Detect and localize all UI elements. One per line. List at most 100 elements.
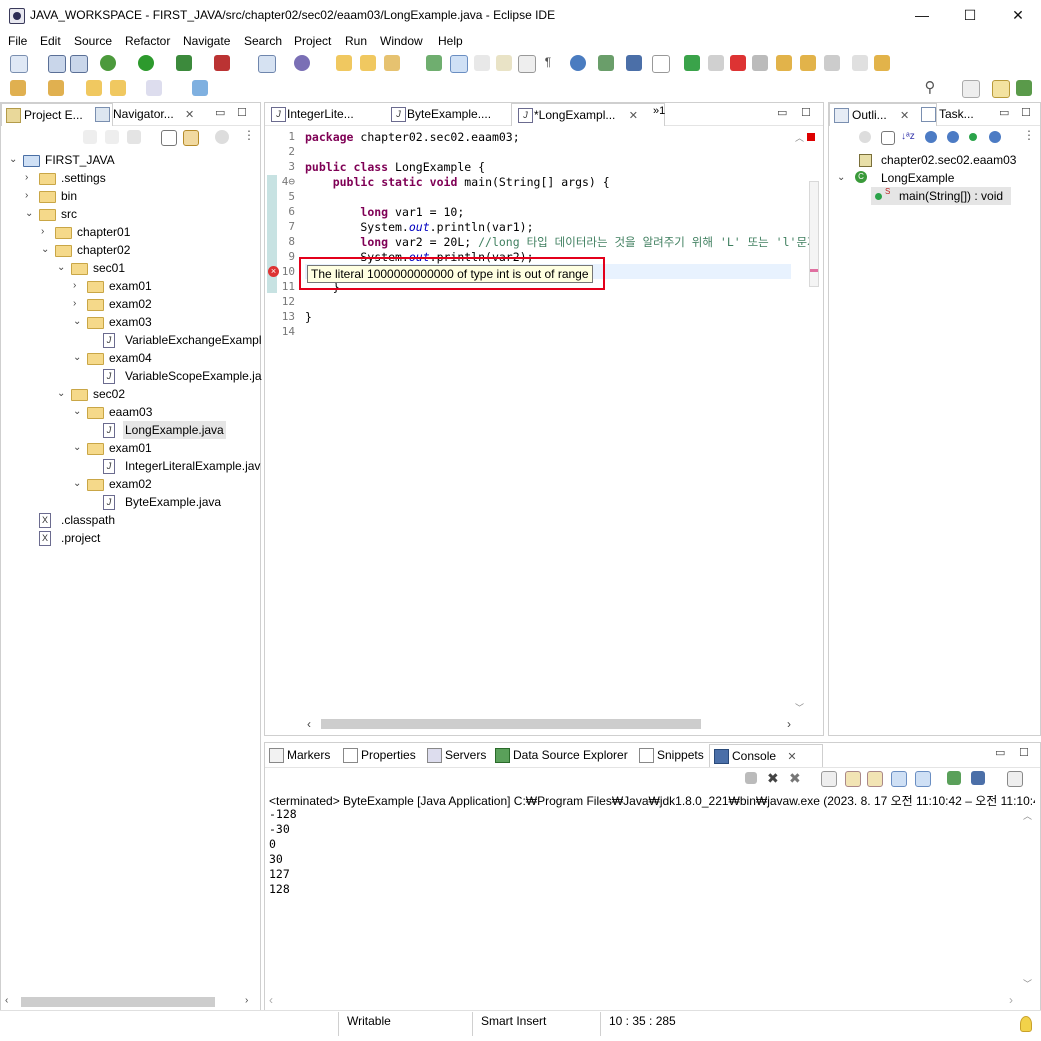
chevron-right-icon[interactable]: › — [25, 187, 35, 205]
code-line[interactable]: System.out.println(var1); — [305, 220, 533, 235]
close-icon[interactable]: ✕ — [900, 110, 909, 122]
code-line[interactable]: package chapter02.sec02.eaam03; — [305, 130, 520, 145]
close-icon[interactable]: ✕ — [787, 751, 796, 763]
tree-item[interactable]: ⌄ src — [1, 205, 258, 223]
editor-horizontal-scrollbar[interactable]: ‹ › — [305, 717, 805, 731]
run-coverage-icon[interactable] — [176, 55, 192, 71]
java-ee-perspective-icon[interactable] — [992, 80, 1010, 98]
tab-byte-example[interactable]: J ByteExample.... — [385, 103, 519, 125]
code-line[interactable]: public class LongExample { — [305, 160, 485, 175]
tree-item[interactable]: › .settings — [1, 169, 258, 187]
scroll-up-icon[interactable]: ︿ — [795, 131, 804, 144]
tree-item[interactable]: ⌄ exam03 — [1, 313, 258, 331]
scroll-up-icon[interactable]: ︿ — [1023, 809, 1032, 822]
menu-search[interactable]: Search — [244, 34, 282, 48]
view-menu-icon[interactable]: ⋮ — [243, 128, 255, 142]
remove-launch-icon[interactable]: ✖ — [767, 771, 781, 785]
chevron-right-icon[interactable]: › — [73, 277, 83, 295]
maximize-view-icon[interactable]: ☐ — [1019, 746, 1029, 759]
display-console-icon[interactable] — [971, 771, 985, 785]
show-on-stderr-icon[interactable] — [915, 771, 931, 787]
error-icon[interactable]: × — [268, 266, 279, 277]
tab-navigator[interactable]: Navigator... ✕ — [91, 103, 225, 125]
status-insert-mode[interactable]: Smart Insert — [481, 1014, 546, 1028]
chevron-down-icon[interactable]: ⌄ — [73, 349, 83, 367]
block-select-icon[interactable] — [474, 55, 490, 71]
chevron-right-icon[interactable]: › — [41, 223, 51, 241]
tree-item[interactable]: ⌄ sec01 — [1, 259, 258, 277]
tree-item[interactable]: ⌄ exam01 — [1, 439, 258, 457]
code-line[interactable]: public static void main(String[] args) { — [305, 175, 610, 190]
scroll-left-icon[interactable]: ‹ — [269, 993, 273, 1007]
debug-icon[interactable] — [100, 55, 116, 71]
scroll-thumb[interactable] — [321, 719, 701, 729]
open-task-icon[interactable] — [360, 55, 376, 71]
last-edit-icon[interactable] — [86, 80, 102, 96]
tab-data-source-explorer[interactable]: Data Source Explorer — [491, 744, 651, 766]
scroll-left-icon[interactable]: ‹ — [307, 717, 311, 731]
horizontal-scrollbar[interactable]: ‹ › — [1, 995, 258, 1009]
minimize-button[interactable]: — — [899, 0, 945, 31]
chevron-right-icon[interactable]: › — [73, 295, 83, 313]
suspend-icon[interactable] — [708, 55, 724, 71]
tree-item[interactable]: ⌄ chapter02 — [1, 241, 258, 259]
minimize-view-icon[interactable]: ▭ — [999, 106, 1009, 119]
step-over-icon[interactable] — [800, 55, 816, 71]
scroll-down-icon[interactable]: ﹀ — [795, 701, 804, 714]
menu-source[interactable]: Source — [74, 34, 112, 48]
clear-console-icon[interactable] — [821, 771, 837, 787]
menu-refactor[interactable]: Refactor — [125, 34, 170, 48]
error-overview-icon[interactable] — [807, 133, 815, 141]
search-tool-icon[interactable] — [384, 55, 400, 71]
up-icon[interactable] — [127, 130, 141, 144]
resume-icon[interactable] — [684, 55, 700, 71]
code-line[interactable]: } — [305, 310, 312, 325]
hide-fields-icon[interactable] — [925, 131, 937, 143]
pin-editor-icon[interactable] — [192, 80, 208, 96]
open-perspective-button-icon[interactable] — [962, 80, 980, 98]
filters-icon[interactable] — [215, 130, 229, 144]
chevron-down-icon[interactable]: ⌄ — [9, 151, 19, 169]
menu-project[interactable]: Project — [294, 34, 331, 48]
tree-item[interactable]: J LongExample.java — [1, 421, 258, 439]
show-on-stdout-icon[interactable] — [891, 771, 907, 787]
code-line[interactable]: long var1 = 10; — [305, 205, 464, 220]
chevron-down-icon[interactable]: ⌄ — [73, 439, 83, 457]
chevron-down-icon[interactable]: ⌄ — [41, 241, 51, 259]
tree-item[interactable]: ⌄ exam02 — [1, 475, 258, 493]
tree-item[interactable]: X .project — [1, 529, 258, 547]
open-perspective-icon[interactable] — [598, 55, 614, 71]
new-class-icon[interactable] — [294, 55, 310, 71]
pin-icon[interactable] — [652, 55, 670, 73]
tab-integer-literal[interactable]: J IntegerLite... — [265, 103, 397, 125]
new-server-icon[interactable] — [258, 55, 276, 73]
maximize-view-icon[interactable]: ☐ — [801, 106, 811, 119]
menu-file[interactable]: File — [8, 34, 27, 48]
outline-method[interactable]: S main(String[]) : void — [871, 187, 1011, 205]
open-console-icon[interactable] — [1007, 771, 1023, 787]
word-wrap-console-icon[interactable] — [867, 771, 883, 787]
maximize-view-icon[interactable]: ☐ — [237, 106, 247, 119]
sort-icon[interactable]: ↓ᵃz — [901, 131, 915, 143]
external-tools-icon[interactable] — [214, 55, 230, 71]
scroll-right-icon[interactable]: › — [245, 995, 248, 1006]
terminate-icon[interactable] — [730, 55, 746, 71]
pin-console-icon[interactable] — [947, 771, 961, 785]
hide-non-public-icon[interactable] — [969, 133, 977, 141]
run-icon[interactable] — [138, 55, 154, 71]
chevron-down-icon[interactable]: ⌄ — [57, 259, 67, 277]
search-icon[interactable]: ⚲ — [922, 80, 938, 96]
console-output[interactable]: -128 -30 0 30 127 128 — [265, 807, 1025, 987]
globe-icon[interactable] — [570, 55, 586, 71]
chevron-down-icon[interactable]: ⌄ — [837, 169, 845, 187]
disconnect-icon[interactable] — [752, 55, 768, 71]
tab-long-example[interactable]: J *LongExampl... ✕ — [511, 103, 665, 126]
tree-item[interactable]: J ByteExample.java — [1, 493, 258, 511]
scroll-down-icon[interactable]: ﹀ — [1023, 977, 1032, 990]
mark-occurrences-icon[interactable] — [426, 55, 442, 71]
show-whitespace-icon[interactable] — [496, 55, 512, 71]
step-return-icon[interactable] — [824, 55, 840, 71]
next-annotation-icon[interactable] — [10, 80, 26, 96]
chevron-down-icon[interactable]: ⌄ — [73, 403, 83, 421]
tree-item[interactable]: › bin — [1, 187, 258, 205]
